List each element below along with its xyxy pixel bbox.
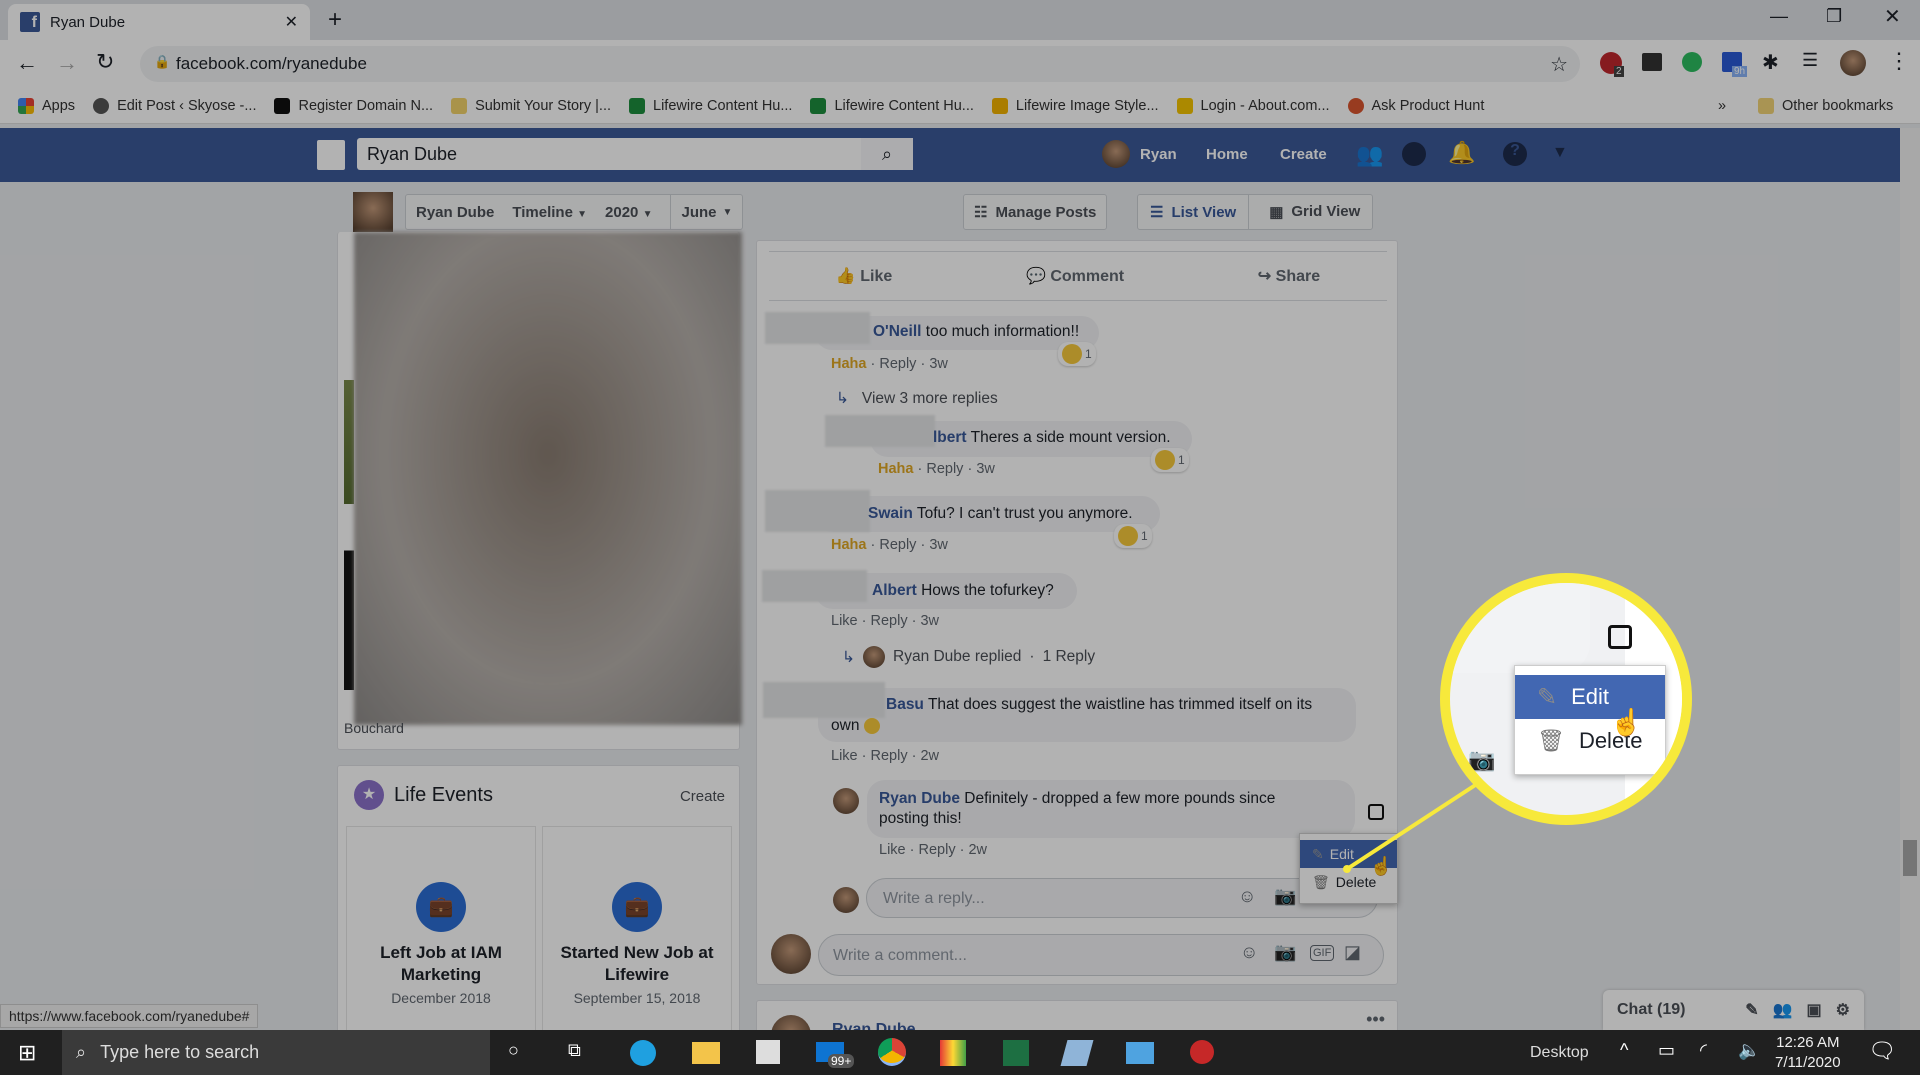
callout-line <box>1343 780 1482 873</box>
camera-icon: 📷 <box>1468 747 1496 772</box>
menu-label: Edit <box>1571 684 1610 709</box>
mouse-cursor-icon: ☝ <box>1610 707 1643 737</box>
magnified-callout: ✎ Edit 🗑 Delete ☝ 📷 <box>1440 573 1692 825</box>
pencil-icon: ✎ <box>1537 683 1558 711</box>
magnified-edit: ✎ Edit <box>1515 675 1665 719</box>
comment-options-button-magnified <box>1608 625 1632 649</box>
magnified-delete: 🗑 Delete <box>1515 719 1665 763</box>
magnified-menu: ✎ Edit 🗑 Delete <box>1514 665 1666 775</box>
trash-icon: 🗑 <box>1537 728 1565 753</box>
